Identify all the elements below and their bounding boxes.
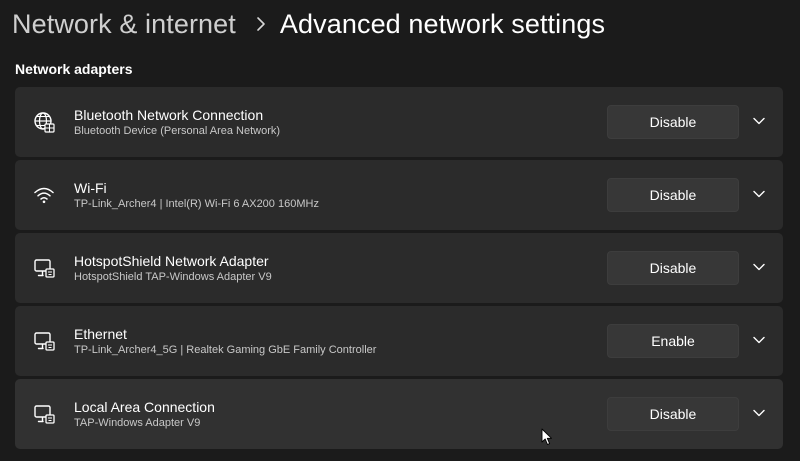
adapter-description: HotspotShield TAP-Windows Adapter V9 (74, 271, 272, 283)
adapter-description: TP-Link_Archer4 | Intel(R) Wi-Fi 6 AX200… (74, 198, 319, 210)
disable-button[interactable]: Disable (607, 178, 739, 212)
adapter-card[interactable]: Wi-Fi TP-Link_Archer4 | Intel(R) Wi-Fi 6… (15, 160, 783, 230)
adapter-name: Wi-Fi (74, 180, 107, 196)
wifi-icon (33, 184, 55, 206)
adapter-list: Bluetooth Network Connection Bluetooth D… (15, 87, 783, 452)
adapter-card[interactable]: Local Area Connection TAP-Windows Adapte… (15, 379, 783, 449)
disable-button[interactable]: Disable (607, 397, 739, 431)
settings-page: Network & internet Advanced network sett… (0, 0, 800, 461)
page-title: Advanced network settings (279, 8, 606, 39)
disable-button[interactable]: Disable (607, 105, 739, 139)
enable-button[interactable]: Enable (607, 324, 739, 358)
adapter-name: Local Area Connection (74, 399, 215, 415)
adapter-description: TP-Link_Archer4_5G | Realtek Gaming GbE … (74, 344, 377, 356)
chevron-down-icon[interactable] (752, 114, 766, 128)
ethernet-monitor-icon (33, 257, 55, 279)
breadcrumb: Network & internet Advanced network sett… (12, 0, 605, 48)
breadcrumb-parent-link[interactable]: Network & internet (12, 9, 236, 40)
ethernet-monitor-icon (33, 330, 55, 352)
globe-network-icon (33, 111, 55, 133)
adapter-card[interactable]: Ethernet TP-Link_Archer4_5G | Realtek Ga… (15, 306, 783, 376)
adapter-name: HotspotShield Network Adapter (74, 253, 269, 269)
adapter-card[interactable]: HotspotShield Network Adapter HotspotShi… (15, 233, 783, 303)
chevron-down-icon[interactable] (752, 406, 766, 420)
chevron-down-icon[interactable] (752, 187, 766, 201)
chevron-down-icon[interactable] (752, 260, 766, 274)
mouse-pointer-icon (541, 428, 553, 446)
chevron-down-icon[interactable] (752, 333, 766, 347)
ethernet-monitor-icon (33, 403, 55, 425)
disable-button[interactable]: Disable (607, 251, 739, 285)
adapter-description: TAP-Windows Adapter V9 (74, 417, 201, 429)
adapter-name: Ethernet (74, 326, 127, 342)
section-title: Network adapters (15, 61, 133, 77)
chevron-right-icon (256, 16, 266, 32)
adapter-description: Bluetooth Device (Personal Area Network) (74, 125, 281, 137)
adapter-name: Bluetooth Network Connection (74, 107, 264, 123)
adapter-card[interactable]: Bluetooth Network Connection Bluetooth D… (15, 87, 783, 157)
